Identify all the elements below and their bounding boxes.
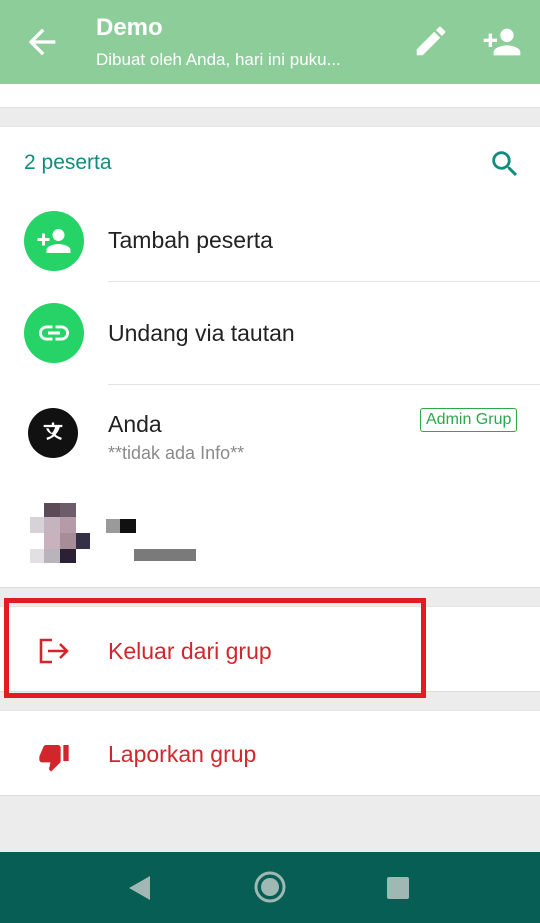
participant-about: **tidak ada Info** [108, 443, 245, 463]
invite-link-row[interactable]: Undang via tautan [0, 301, 540, 383]
triangle-back-icon [129, 876, 150, 900]
add-participant-button[interactable] [482, 22, 522, 62]
participants-card: 2 peserta Tambah peserta Undang via taut… [0, 126, 540, 588]
participant-name [106, 519, 136, 533]
admin-badge: Admin Grup [420, 408, 518, 432]
thumb-down-icon [38, 741, 70, 778]
add-participant-row[interactable]: Tambah peserta [0, 199, 540, 281]
circle-home-icon [254, 871, 286, 903]
back-button[interactable] [22, 22, 62, 62]
person-add-icon [483, 28, 521, 56]
person-add-icon [37, 229, 71, 253]
search-participants-button[interactable] [488, 147, 522, 181]
square-recents-icon [387, 877, 409, 899]
group-subtitle: Dibuat oleh Anda, hari ini puku... [96, 50, 341, 69]
participant-count: 2 peserta [24, 151, 112, 174]
search-icon [492, 151, 518, 177]
translate-icon [43, 422, 63, 440]
pencil-icon [416, 26, 446, 56]
avatar [30, 503, 92, 565]
nav-back-button[interactable] [126, 874, 152, 907]
participant-about [134, 549, 196, 561]
add-participant-label: Tambah peserta [108, 227, 273, 253]
participant-row[interactable]: Anda **tidak ada Info** Admin Grup [0, 383, 540, 475]
app-bar: Demo Dibuat oleh Anda, hari ini puku... [0, 0, 540, 84]
system-nav-bar [0, 852, 540, 923]
participant-name: Anda [108, 411, 162, 437]
invite-link-label: Undang via tautan [108, 320, 295, 346]
nav-recents-button[interactable] [386, 876, 410, 905]
report-group-row[interactable]: Laporkan grup [0, 710, 540, 796]
report-group-label: Laporkan grup [108, 741, 257, 767]
divider [108, 281, 540, 282]
arrow-left-icon [28, 28, 56, 56]
participant-row[interactable] [0, 477, 540, 577]
nav-home-button[interactable] [253, 870, 287, 909]
edit-button[interactable] [412, 22, 452, 62]
avatar [28, 408, 78, 458]
highlight-box [4, 598, 426, 698]
add-participant-avatar [24, 211, 84, 271]
link-icon [39, 325, 69, 341]
group-description-sliver [0, 84, 540, 108]
invite-link-avatar [24, 303, 84, 363]
group-title[interactable]: Demo [96, 14, 163, 42]
